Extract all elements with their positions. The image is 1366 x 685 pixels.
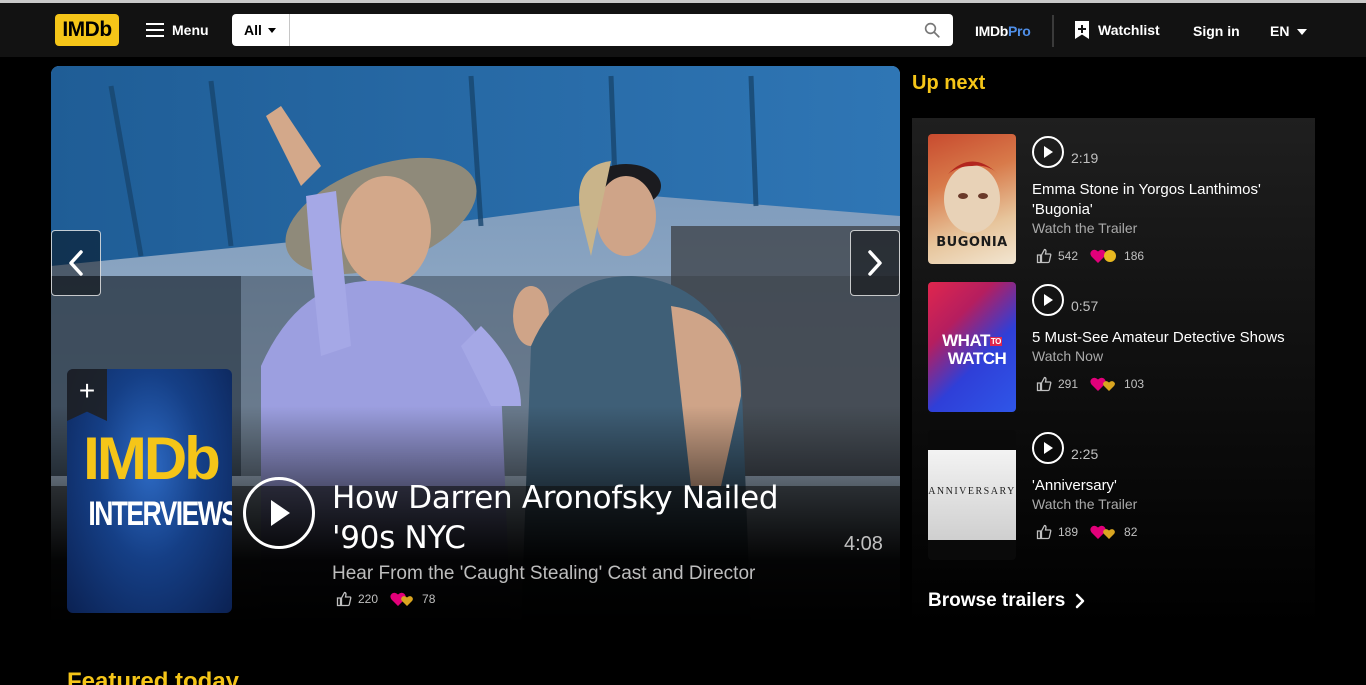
hero-play-button[interactable] (243, 477, 315, 549)
chevron-down-icon (267, 27, 276, 33)
item-duration: 2:19 (1071, 150, 1099, 166)
up-next-panel: BUGONIA 2:19 Emma Stone in Yorgos Lanthi… (912, 118, 1315, 626)
item-likes-count: 542 (1058, 249, 1079, 263)
language-selector[interactable]: EN (1270, 23, 1308, 39)
item-loves-count: 186 (1124, 249, 1145, 263)
search-category-label: All (244, 22, 262, 38)
thumbs-up-icon[interactable] (336, 591, 352, 607)
play-icon (1044, 442, 1053, 454)
hero-likes-count: 220 (358, 592, 379, 606)
up-next-thumbnail[interactable]: WHATTO WATCH (928, 282, 1016, 412)
play-icon (1044, 146, 1053, 158)
imdb-logo[interactable]: IMDb (55, 14, 119, 46)
item-subtitle: Watch the Trailer (1032, 496, 1138, 512)
browse-trailers-link[interactable]: Browse trailers (928, 590, 1085, 612)
what-to-watch-poster-text: WHATTO WATCH (942, 331, 1007, 369)
play-icon (1044, 294, 1053, 306)
hero-carousel: IMDb INTERVIEWS + How Darren Aronofsky N… (51, 66, 900, 626)
play-button[interactable] (1032, 284, 1064, 316)
item-subtitle: Watch the Trailer (1032, 220, 1138, 236)
anniversary-poster-text: ANNIVERSARY (928, 486, 1016, 497)
watchlist-button[interactable]: Watchlist (1074, 14, 1160, 46)
poster-imdb-text: IMDb (83, 425, 221, 492)
item-likes-count: 189 (1058, 525, 1079, 539)
item-duration: 0:57 (1071, 298, 1099, 314)
item-reactions: 542 186 (1036, 248, 1144, 264)
heart-reaction-icon[interactable] (1090, 524, 1118, 540)
hero-loves-count: 78 (422, 592, 436, 606)
hamburger-icon (146, 23, 164, 37)
chevron-down-icon (1297, 28, 1308, 35)
up-next-thumbnail[interactable]: BUGONIA (928, 134, 1016, 264)
chevron-left-icon (69, 250, 83, 276)
imdbpro-link[interactable]: IMDbPro (975, 23, 1031, 39)
hero-duration: 4:08 (844, 533, 883, 555)
item-loves-count: 82 (1124, 525, 1138, 539)
up-next-heading: Up next (912, 72, 986, 94)
play-button[interactable] (1032, 432, 1064, 464)
language-label: EN (1270, 23, 1290, 39)
item-likes-count: 291 (1058, 377, 1079, 391)
play-icon (271, 500, 290, 526)
menu-button[interactable]: Menu (136, 14, 219, 46)
item-subtitle: Watch Now (1032, 348, 1104, 364)
item-reactions: 291 103 (1036, 376, 1144, 392)
hero-reactions: 220 78 (336, 591, 435, 607)
heart-reaction-icon[interactable] (390, 591, 416, 607)
watchlist-label: Watchlist (1098, 22, 1160, 38)
hero-poster[interactable]: IMDb INTERVIEWS + (67, 369, 232, 613)
play-button[interactable] (1032, 136, 1064, 168)
featured-today-heading: Featured today (67, 668, 240, 685)
heart-reaction-icon[interactable] (1090, 248, 1118, 264)
signin-link[interactable]: Sign in (1193, 23, 1240, 39)
site-header: IMDb Menu All IMDbPro Watchlist Sign in … (0, 3, 1366, 57)
bugonia-poster-text: BUGONIA (936, 235, 1008, 250)
up-next-item[interactable]: BUGONIA 2:19 Emma Stone in Yorgos Lanthi… (928, 134, 1308, 264)
hero-subtitle: Hear From the 'Caught Stealing' Cast and… (332, 563, 756, 584)
thumbs-up-icon[interactable] (1036, 248, 1052, 264)
poster-interviews-text: INTERVIEWS (88, 495, 232, 533)
item-duration: 2:25 (1071, 446, 1099, 462)
item-title[interactable]: 'Anniversary' (1032, 476, 1312, 496)
item-reactions: 189 82 (1036, 524, 1137, 540)
add-to-watchlist-ribbon[interactable]: + (67, 369, 107, 421)
watchlist-bookmark-icon (1075, 21, 1089, 39)
item-title[interactable]: Emma Stone in Yorgos Lanthimos' 'Bugonia… (1032, 180, 1312, 220)
up-next-thumbnail[interactable]: ANNIVERSARY (928, 430, 1016, 560)
imdbpro-suffix: Pro (1008, 23, 1031, 39)
item-title[interactable]: 5 Must-See Amateur Detective Shows (1032, 328, 1312, 348)
search-category-dropdown[interactable]: All (232, 14, 290, 46)
thumbs-up-icon[interactable] (1036, 524, 1052, 540)
browse-trailers-label: Browse trailers (928, 590, 1066, 611)
heart-reaction-icon[interactable] (1090, 376, 1118, 392)
imdbpro-prefix: IMDb (975, 23, 1009, 39)
search-input[interactable] (291, 14, 911, 46)
search-icon[interactable] (923, 21, 941, 39)
hero-title[interactable]: How Darren Aronofsky Nailed '90s NYC (332, 478, 812, 558)
menu-label: Menu (172, 22, 209, 38)
chevron-right-icon (868, 250, 882, 276)
search-bar: All (232, 14, 953, 46)
plus-icon: + (78, 375, 96, 406)
chevron-right-icon (1076, 593, 1085, 609)
thumbs-up-icon[interactable] (1036, 376, 1052, 392)
carousel-next-button[interactable] (850, 230, 900, 296)
up-next-item[interactable]: WHATTO WATCH 0:57 5 Must-See Amateur Det… (928, 282, 1308, 412)
header-divider (1052, 15, 1054, 47)
up-next-item[interactable]: ANNIVERSARY 2:25 'Anniversary' Watch the… (928, 430, 1308, 560)
item-loves-count: 103 (1124, 377, 1145, 391)
carousel-prev-button[interactable] (51, 230, 101, 296)
